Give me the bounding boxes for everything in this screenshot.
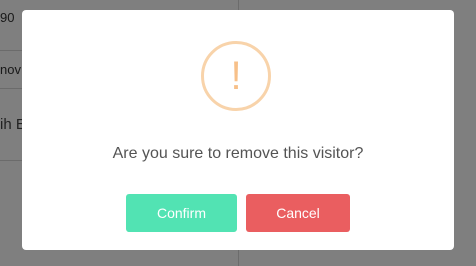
exclamation-icon: ! <box>230 54 242 98</box>
confirm-dialog: ! Are you sure to remove this visitor? C… <box>22 10 454 250</box>
dialog-message: Are you sure to remove this visitor? <box>112 145 364 162</box>
cancel-button[interactable]: Cancel <box>246 194 350 232</box>
warning-icon: ! <box>201 41 271 111</box>
confirm-button[interactable]: Confirm <box>126 194 237 232</box>
